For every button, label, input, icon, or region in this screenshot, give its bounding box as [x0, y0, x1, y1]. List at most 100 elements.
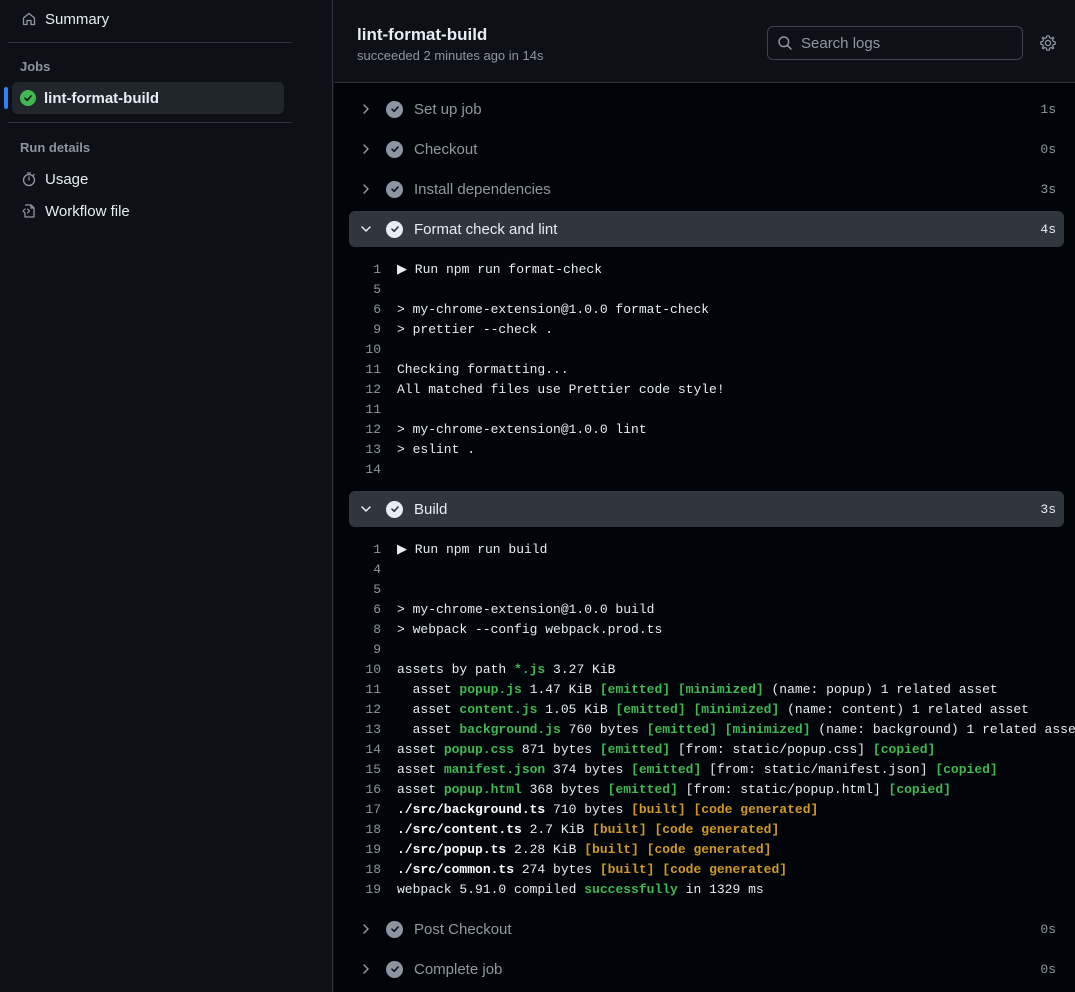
step-format-check-and-lint[interactable]: Format check and lint 4s	[349, 211, 1064, 247]
log-line[interactable]: 12 All matched files use Prettier code st…	[349, 379, 725, 399]
log-line[interactable]: 18 ./src/content.ts 2.7 KiB [built] [code…	[349, 819, 779, 839]
log-line[interactable]: 12 asset content.js 1.05 KiB [emitted] […	[349, 699, 1029, 719]
step-post-checkout[interactable]: Post Checkout 0s	[349, 911, 1064, 947]
log-segment: [emitted]	[607, 781, 678, 797]
search-logs-input[interactable]	[801, 34, 1001, 52]
line-number[interactable]: 12	[349, 422, 397, 437]
step-checkout[interactable]: Checkout 0s	[349, 131, 1064, 167]
line-number[interactable]: 17	[349, 802, 397, 817]
log-segment: asset	[397, 721, 460, 737]
step-duration: 3s	[1040, 501, 1056, 517]
line-number[interactable]: 10	[349, 342, 397, 357]
log-line[interactable]: 13 > eslint .	[349, 439, 475, 459]
log-line[interactable]: 6 > my-chrome-extension@1.0.0 format-chec…	[349, 299, 709, 319]
line-number[interactable]: 12	[349, 702, 397, 717]
usage-link[interactable]: Usage	[12, 162, 284, 196]
log-text: > my-chrome-extension@1.0.0 build	[397, 602, 654, 617]
step-duration: 4s	[1040, 221, 1056, 237]
log-segment: ▶ Run npm run build	[397, 541, 548, 557]
line-number[interactable]: 5	[349, 582, 397, 597]
line-number[interactable]: 15	[349, 762, 397, 777]
step-duration: 1s	[1040, 101, 1056, 117]
line-number[interactable]: 18	[349, 862, 397, 877]
log-text: webpack 5.91.0 compiled successfully in …	[397, 882, 764, 897]
workflow-file-link[interactable]: Workflow file	[12, 194, 284, 228]
log-line[interactable]: 11 Checking formatting...	[349, 359, 569, 379]
check-circle-icon	[20, 90, 36, 106]
line-number[interactable]: 1	[349, 542, 397, 557]
line-number[interactable]: 12	[349, 382, 397, 397]
log-line[interactable]: 12 > my-chrome-extension@1.0.0 lint	[349, 419, 646, 439]
line-number[interactable]: 6	[349, 602, 397, 617]
log-line[interactable]: 18 ./src/common.ts 274 bytes [built] [cod…	[349, 859, 787, 879]
line-number[interactable]: 19	[349, 882, 397, 897]
line-number[interactable]: 5	[349, 282, 397, 297]
line-number[interactable]: 11	[349, 362, 397, 377]
log-line[interactable]: 10 assets by path *.js 3.27 KiB	[349, 659, 615, 679]
step-name: Checkout	[414, 140, 478, 158]
log-segment: 2.28 KiB	[506, 841, 585, 857]
line-number[interactable]: 16	[349, 782, 397, 797]
line-number[interactable]: 10	[349, 662, 397, 677]
line-number[interactable]: 11	[349, 402, 397, 417]
job-status-text: succeeded 2 minutes ago in 14s	[357, 48, 544, 63]
log-segment: ./src/background.ts	[397, 801, 546, 817]
line-number[interactable]: 8	[349, 622, 397, 637]
step-set-up-job[interactable]: Set up job 1s	[349, 91, 1064, 127]
step-complete-job[interactable]: Complete job 0s	[349, 951, 1064, 987]
log-line[interactable]: 5	[349, 279, 397, 299]
log-line[interactable]: 9 > prettier --check .	[349, 319, 553, 339]
line-number[interactable]: 1	[349, 262, 397, 277]
log-line[interactable]: 11	[349, 399, 397, 419]
log-line[interactable]: 14 asset popup.css 871 bytes [emitted] [f…	[349, 739, 935, 759]
line-number[interactable]: 9	[349, 322, 397, 337]
line-number[interactable]: 13	[349, 442, 397, 457]
log-line[interactable]: 15 asset manifest.json 374 bytes [emitted…	[349, 759, 997, 779]
log-segment: All matched files use Prettier code styl…	[397, 381, 725, 397]
log-segment: > prettier --check .	[397, 321, 554, 337]
line-number[interactable]: 4	[349, 562, 397, 577]
log-line[interactable]: 17 ./src/background.ts 710 bytes [built] …	[349, 799, 818, 819]
log-line[interactable]: 5	[349, 579, 397, 599]
check-circle-icon	[386, 100, 403, 118]
log-text: assets by path *.js 3.27 KiB	[397, 662, 615, 677]
log-line[interactable]: 9	[349, 639, 397, 659]
log-line[interactable]: 11 asset popup.js 1.47 KiB [emitted] [mi…	[349, 679, 997, 699]
log-line[interactable]: 6 > my-chrome-extension@1.0.0 build	[349, 599, 654, 619]
log-line[interactable]: 13 asset background.js 760 bytes [emitte…	[349, 719, 1075, 739]
search-icon	[777, 35, 793, 51]
line-number[interactable]: 18	[349, 822, 397, 837]
job-item-lint-format-build[interactable]: lint-format-build	[4, 82, 284, 114]
log-line[interactable]: 8 > webpack --config webpack.prod.ts	[349, 619, 662, 639]
log-segment: (name: background) 1 related asset	[810, 721, 1075, 737]
log-line[interactable]: 19 webpack 5.91.0 compiled successfully i…	[349, 879, 764, 899]
search-box[interactable]	[767, 26, 1023, 60]
log-text: Checking formatting...	[397, 362, 569, 377]
log-line[interactable]: 4	[349, 559, 397, 579]
usage-label: Usage	[45, 170, 89, 188]
log-segment: > eslint .	[397, 441, 476, 457]
step-install-dependencies[interactable]: Install dependencies 3s	[349, 171, 1064, 207]
log-segment: in 1329 ms	[677, 881, 764, 897]
summary-link[interactable]: Summary	[12, 2, 284, 36]
log-segment: [copied]	[872, 741, 936, 757]
line-number[interactable]: 6	[349, 302, 397, 317]
log-line[interactable]: 1 ▶ Run npm run build	[349, 539, 547, 559]
log-line[interactable]: 14	[349, 459, 397, 479]
line-number[interactable]: 13	[349, 722, 397, 737]
line-number[interactable]: 9	[349, 642, 397, 657]
step-build[interactable]: Build 3s	[349, 491, 1064, 527]
log-text: All matched files use Prettier code styl…	[397, 382, 725, 397]
log-text: > webpack --config webpack.prod.ts	[397, 622, 662, 637]
line-number[interactable]: 14	[349, 462, 397, 477]
line-number[interactable]: 19	[349, 842, 397, 857]
log-line[interactable]: 1 ▶ Run npm run format-check	[349, 259, 602, 279]
gear-icon[interactable]	[1039, 34, 1057, 52]
line-number[interactable]: 14	[349, 742, 397, 757]
log-line[interactable]: 16 asset popup.html 368 bytes [emitted] […	[349, 779, 951, 799]
job-header: lint-format-build succeeded 2 minutes ag…	[334, 0, 1075, 83]
log-segment: [emitted] [minimized]	[646, 721, 811, 737]
log-line[interactable]: 10	[349, 339, 397, 359]
log-line[interactable]: 19 ./src/popup.ts 2.28 KiB [built] [code …	[349, 839, 771, 859]
line-number[interactable]: 11	[349, 682, 397, 697]
